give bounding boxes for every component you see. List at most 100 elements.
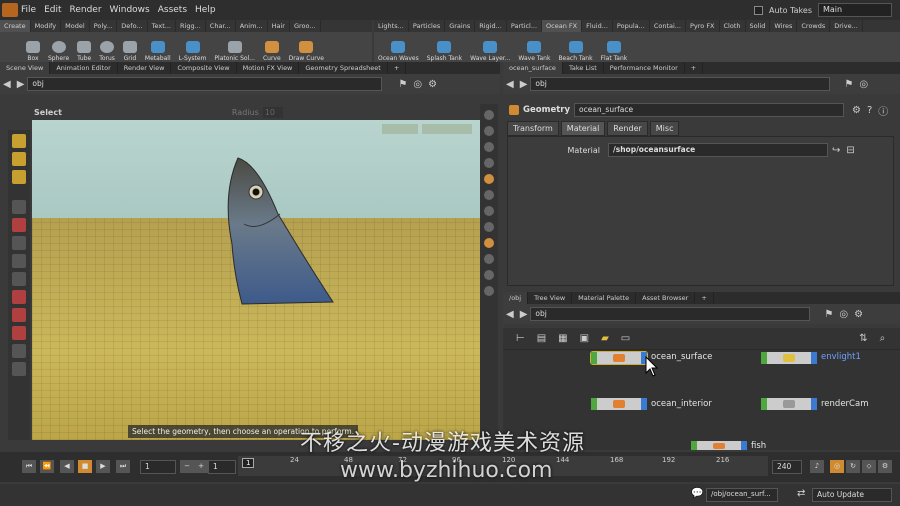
magnet-icon[interactable] [12,290,26,304]
help-icon[interactable]: ? [867,105,872,116]
minus-icon[interactable]: − [180,460,194,473]
shelf-tab[interactable]: Model [61,20,90,32]
link-icon[interactable]: ◎ [413,79,422,90]
shelf-tab-ocean-fx[interactable]: Ocean FX [542,20,583,32]
play-icon[interactable]: ▶ [96,460,110,473]
tool-metaball[interactable]: Metaball [145,41,171,62]
auto-takes-checkbox[interactable] [753,5,763,15]
shelf-tab[interactable]: Poly... [90,20,118,32]
stop-icon[interactable]: ■ [78,460,92,473]
shelf-tab[interactable]: Drive... [830,20,863,32]
realtime-icon[interactable]: ◎ [830,460,844,473]
background-icon[interactable] [484,222,494,232]
menu-edit[interactable]: Edit [44,5,61,15]
tab-performance-monitor[interactable]: Performance Monitor [604,62,685,74]
tool-sphere[interactable]: Sphere [48,41,69,62]
shelf-tab[interactable]: Fluid... [582,20,613,32]
status-path-field[interactable]: /obj/ocean_surf... [706,488,778,502]
list-icon[interactable]: ▤ [537,333,546,344]
display-options-icon[interactable] [484,110,494,120]
loop-icon[interactable]: ↻ [846,460,860,473]
info-icon[interactable]: ⓘ [878,103,888,118]
shelf-tab-create[interactable]: Create [0,20,31,32]
tab-transform[interactable]: Transform [507,121,559,136]
pin-icon[interactable]: ⚑ [398,79,407,90]
shelf-tab[interactable]: Grains [445,20,476,32]
tab-take-list[interactable]: Take List [563,62,604,74]
tool-draw-curve[interactable]: Draw Curve [289,41,324,62]
light-tool-icon[interactable] [12,362,26,376]
shelf-tab[interactable]: Rigid... [475,20,507,32]
tool-ocean-waves[interactable]: Ocean Waves [378,41,419,62]
network-path-field[interactable]: obj [530,307,811,321]
range-end-field[interactable]: 240 [772,460,802,474]
refresh-icon[interactable]: ⇄ [797,488,805,499]
shelf-tab[interactable]: Lights... [374,20,409,32]
step-forward-icon[interactable]: ⏭ [116,460,130,473]
gear-icon[interactable]: ⚙ [854,309,863,320]
back-arrow-icon[interactable]: ◀ [506,79,514,90]
shelf-tab[interactable]: Pyro FX [686,20,720,32]
back-arrow-icon[interactable]: ◀ [506,309,514,320]
shelf-tab[interactable]: Popula... [613,20,650,32]
shelf-tab[interactable]: Solid [746,20,771,32]
add-tab-icon[interactable]: + [388,62,407,74]
shading-icon[interactable] [484,206,494,216]
desktop-select[interactable]: Main [818,3,892,17]
shelf-tab[interactable]: Rigg... [176,20,206,32]
range-start-field[interactable]: 1 [208,460,236,474]
shelf-tab[interactable]: Crowds [797,20,831,32]
keys-icon[interactable]: ⬦ [862,460,876,473]
tab-geometry-spreadsheet[interactable]: Geometry Spreadsheet [299,62,388,74]
menu-assets[interactable]: Assets [158,5,187,15]
lock-camera-icon[interactable] [484,126,494,136]
tab-render[interactable]: Render [607,121,648,136]
transform-tool-icon[interactable] [12,152,26,166]
menu-render[interactable]: Render [70,5,102,15]
shelf-tab[interactable]: Cloth [720,20,746,32]
add-tab-icon[interactable]: + [695,292,714,304]
vectors-icon[interactable] [484,286,494,296]
node-rendercam[interactable] [761,398,817,410]
lighting-icon[interactable] [484,174,494,184]
shelf-tab[interactable]: Particl... [507,20,543,32]
menu-windows[interactable]: Windows [110,5,150,15]
shelf-tab[interactable]: Anim... [236,20,268,32]
tab-animation-editor[interactable]: Animation Editor [50,62,118,74]
shelf-tab[interactable]: Particles [409,20,446,32]
tool-tube[interactable]: Tube [77,41,91,62]
radius-field[interactable]: 10 [262,106,283,118]
tab-render-view[interactable]: Render View [118,62,172,74]
point-display-icon[interactable] [484,238,494,248]
current-frame-field[interactable]: 1 [140,460,176,474]
tool-box[interactable]: Box [26,41,40,62]
tool-grid[interactable]: Grid [122,41,137,62]
goto-start-icon[interactable]: ⏮ [22,460,36,473]
wireframe-icon[interactable] [484,190,494,200]
search-icon[interactable]: ⌕ [880,333,886,344]
scale-icon[interactable] [12,254,26,268]
node-ocean-surface[interactable] [590,351,648,365]
shelf-tab[interactable]: Modify [31,20,62,32]
tree-icon[interactable]: ⊢ [516,333,525,344]
tab-motion-fx-view[interactable]: Motion FX View [237,62,300,74]
link-icon[interactable]: ◎ [859,79,868,90]
menu-help[interactable]: Help [195,5,216,15]
tab-misc[interactable]: Misc [649,121,680,136]
tool-platonic[interactable]: Platonic Sol... [214,41,255,62]
settings-icon[interactable]: ⚙ [878,460,892,473]
ghost-icon[interactable] [484,158,494,168]
table-icon[interactable]: ▦ [558,333,567,344]
guides-icon[interactable] [484,270,494,280]
snap-grid-icon[interactable] [12,326,26,340]
node-chooser-icon[interactable]: ⊟ [846,145,854,156]
tool-torus[interactable]: Torus [99,41,115,62]
pin-icon[interactable]: ⚑ [824,309,833,320]
forward-arrow-icon[interactable]: ▶ [17,79,25,90]
tab-tree-view[interactable]: Tree View [528,292,573,304]
tab-asset-browser[interactable]: Asset Browser [636,292,696,304]
tool-splash-tank[interactable]: Splash Tank [427,41,462,62]
rotate-icon[interactable] [12,236,26,250]
material-path-field[interactable]: /shop/oceansurface [608,143,828,157]
tab-composite-view[interactable]: Composite View [171,62,237,74]
